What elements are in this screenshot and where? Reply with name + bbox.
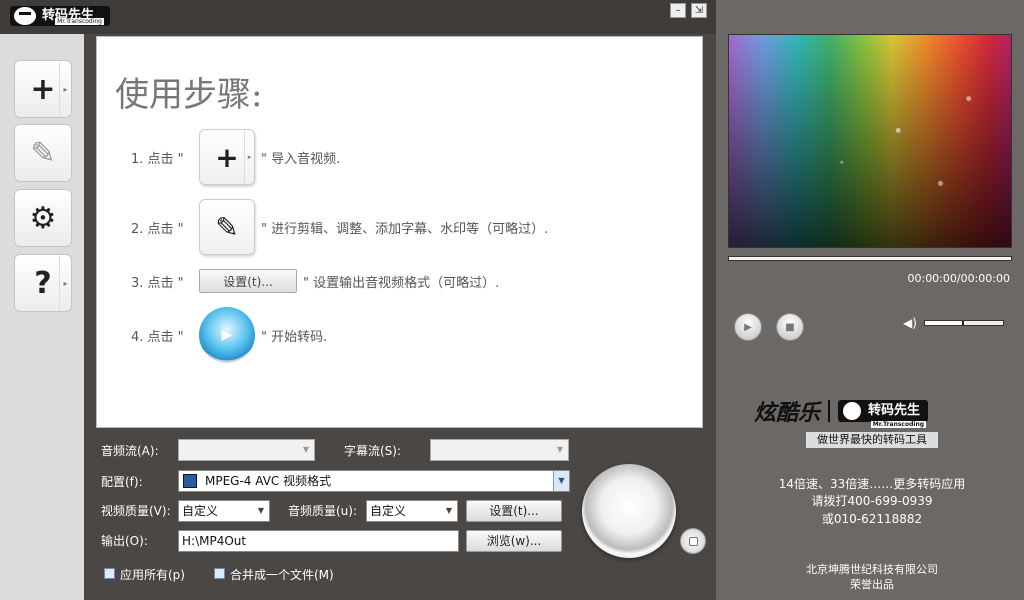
plus-icon: + [215,140,239,174]
promo-line-3: 或010-62118882 [821,512,923,526]
play-icon: ▶ [744,321,752,333]
step-edit-button[interactable]: ✎ [199,199,255,255]
config-label: 配置(f): [101,475,143,489]
apply-all-label: 应用所有(p) [120,568,185,582]
volume-slider[interactable] [924,320,1004,326]
step-1-prefix: 1. 点击 " [131,151,184,167]
play-icon: ▶ [221,327,233,343]
video-preview [728,34,1012,248]
step-4-text: " 开始转码. [261,329,328,345]
film-icon [183,474,197,488]
minimize-button[interactable]: – [670,3,686,18]
video-quality-select[interactable]: 自定义 ▼ [178,500,270,522]
step-start-button[interactable]: ▶ [199,307,255,363]
config-value: MPEG-4 AVC 视频格式 [205,474,332,488]
settings-button[interactable]: ⚙ [14,189,72,247]
step-4: 4. 点击 " ▶ " 开始转码. [131,305,327,365]
video-quality-value: 自定义 [182,504,219,518]
step-1: 1. 点击 " + ▸ " 导入音视频. [131,127,340,187]
step-3-prefix: 3. 点击 " [131,275,184,291]
step-3: 3. 点击 " 设置(t)... " 设置输出音视频格式（可略过）. [131,251,499,311]
step-settings-button[interactable]: 设置(t)... [199,269,297,293]
merge-label: 合并成一个文件(M) [230,568,334,582]
step-4-prefix: 4. 点击 " [131,329,184,345]
chevron-down-icon: ▼ [556,445,564,454]
question-icon: ? [34,265,52,301]
plus-icon: + [30,71,56,107]
chevron-down-icon: ▼ [445,506,453,515]
add-media-button[interactable]: + ▸ [14,60,72,118]
help-button[interactable]: ? ▸ [14,254,72,312]
step-2-text: " 进行剪辑、调整、添加字幕、水印等（可略过）. [261,221,549,237]
dropdown-arrow-icon: ▸ [244,130,254,184]
app-logo: 转码先生 Mr.Transcoding [10,6,110,26]
brand-logo-sub: Mr.Transcoding [870,421,927,428]
restore-button[interactable]: ⇲ [691,3,707,18]
dropdown-arrow-icon[interactable]: ▸ [59,61,71,117]
subtitle-stream-label: 字幕流(S): [344,444,402,458]
play-button[interactable]: ▶ [734,313,762,341]
seek-bar[interactable] [728,256,1012,261]
title-bar: 转码先生 Mr.Transcoding – ⇲ [0,0,716,34]
volume-fill [925,321,964,325]
audio-stream-label: 音频流(A): [101,444,159,458]
step-2-prefix: 2. 点击 " [131,221,184,237]
video-quality-label: 视频质量(V): [101,504,171,518]
dropdown-arrow-icon[interactable]: ▸ [59,255,71,311]
instructions-panel: 使用步骤: 1. 点击 " + ▸ " 导入音视频. 2. 点击 " ✎ " 进… [96,36,703,428]
apply-all-checkbox[interactable] [104,568,115,579]
time-display: 00:00:00/00:00:00 [907,272,1010,285]
mascot-icon [14,7,36,25]
start-transcode-button[interactable] [582,464,676,558]
step-add-button[interactable]: + ▸ [199,129,255,185]
promo-line-1: 14倍速、33倍速……更多转码应用 [778,477,966,491]
app-logo-sub: Mr.Transcoding [55,18,104,25]
stop-icon: ■ [785,321,795,333]
edit-button[interactable]: ✎ [14,124,72,182]
slogan: 做世界最快的转码工具 [806,432,938,448]
pen-icon: ✎ [30,135,56,171]
output-label: 输出(O): [101,534,148,548]
step-2: 2. 点击 " ✎ " 进行剪辑、调整、添加字幕、水印等（可略过）. [131,197,548,257]
config-select[interactable]: MPEG-4 AVC 视频格式 ▼ [178,470,570,492]
volume-icon: ◀) [903,316,917,330]
gear-icon: ⚙ [29,200,57,236]
brand-logo: 转码先生 Mr.Transcoding [838,400,929,428]
page-title: 使用步骤: [115,75,263,115]
step-3-text: " 设置输出音视频格式（可略过）. [303,275,500,291]
audio-stream-select[interactable]: ▼ [178,439,315,461]
merge-checkbox[interactable] [214,568,225,579]
audio-quality-label: 音频质量(u): [288,504,358,518]
stop-button[interactable]: ■ [776,313,804,341]
left-toolbar: + ▸ ✎ ⚙ ? ▸ [0,34,84,600]
chevron-down-icon: ▼ [257,506,265,515]
promo-brand: 炫酷乐 转码先生 Mr.Transcoding [754,398,929,428]
subtitle-stream-select[interactable]: ▼ [430,439,569,461]
stop-icon [688,536,698,546]
promo-line-2: 请拨打400-699-0939 [811,494,933,508]
chevron-down-icon: ▼ [553,471,569,491]
stop-transcode-button[interactable] [680,528,706,554]
company-name: 北京坤腾世纪科技有限公司 [806,563,938,576]
audio-quality-select[interactable]: 自定义 ▼ [366,500,458,522]
brand-logo-text: 转码先生 [868,403,921,418]
audio-quality-value: 自定义 [370,504,407,518]
company-product: 荣誉出品 [850,578,894,591]
browse-button[interactable]: 浏览(w)... [466,530,562,552]
brand-main: 炫酷乐 [754,400,821,426]
chevron-down-icon: ▼ [302,445,310,454]
pen-icon: ✎ [215,210,239,244]
settings-button-bottom[interactable]: 设置(t)... [466,500,562,522]
brand-divider [828,400,831,422]
step-1-text: " 导入音视频. [261,151,341,167]
output-path-field[interactable]: H:\MP4Out [178,530,459,552]
